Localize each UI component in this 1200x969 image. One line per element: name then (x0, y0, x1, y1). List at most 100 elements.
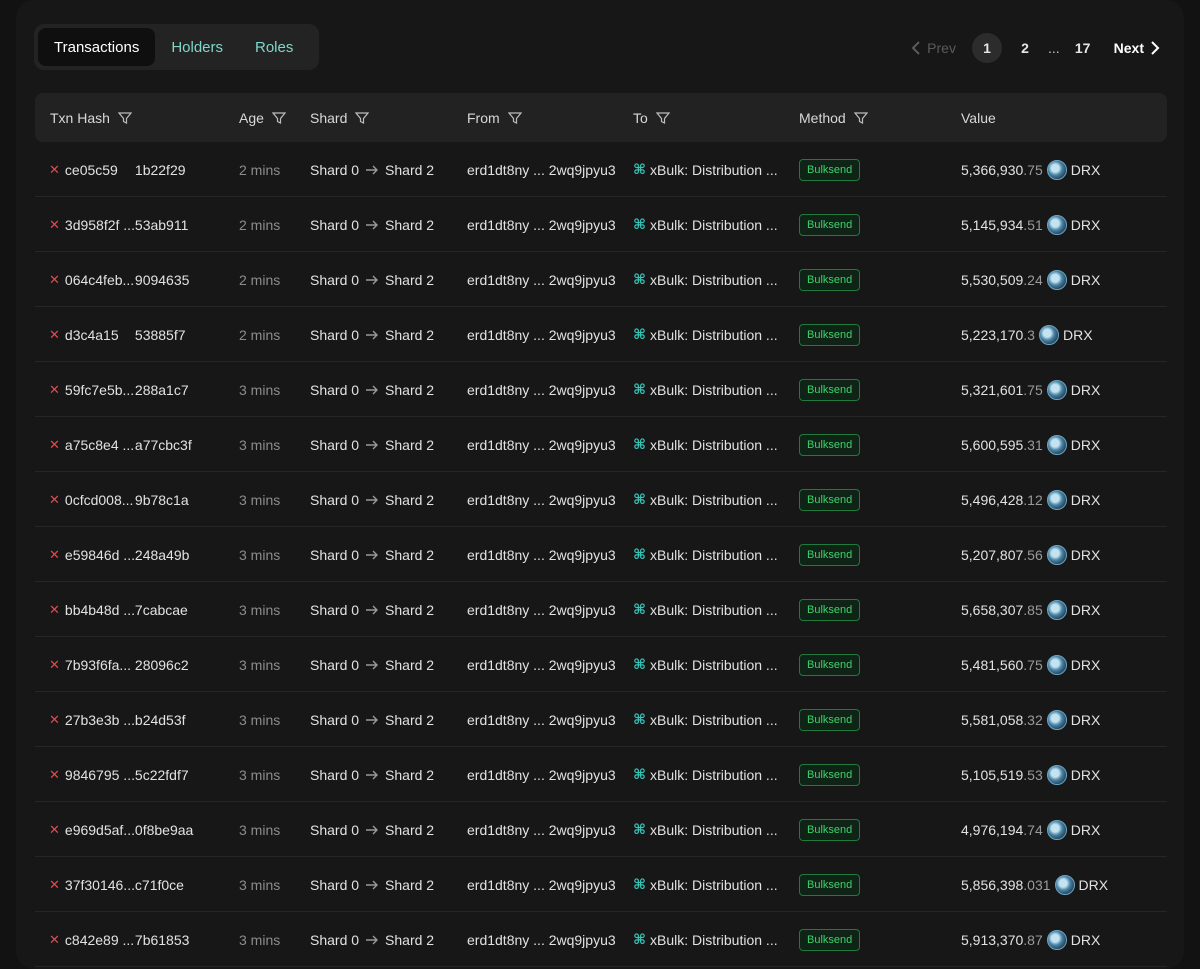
table-row[interactable]: ✕ 7b93f6fa... 28096c2 3 mins Shard 0 Sha… (35, 637, 1167, 692)
to-address-link[interactable]: ⌘ xBulk: Distribution ... (633, 637, 778, 692)
token-name-link[interactable]: DRX (1071, 217, 1101, 233)
to-address-link[interactable]: ⌘ xBulk: Distribution ... (633, 362, 778, 417)
token-logo-icon[interactable] (1046, 159, 1067, 180)
to-address-link[interactable]: ⌘ xBulk: Distribution ... (633, 912, 778, 967)
from-address-link[interactable]: erd1dt8ny ... 2wq9jpyu3 (467, 527, 616, 582)
table-row[interactable]: ✕ 064c4feb... 9094635 2 mins Shard 0 Sha… (35, 252, 1167, 307)
token-name-link[interactable]: DRX (1071, 602, 1101, 618)
token-logo-icon[interactable] (1046, 929, 1067, 950)
token-name-link[interactable]: DRX (1071, 162, 1101, 178)
token-name-link[interactable]: DRX (1071, 932, 1101, 948)
txn-hash-cell[interactable]: ✕ 7b93f6fa... 28096c2 (49, 637, 189, 692)
table-row[interactable]: ✕ 27b3e3b ... b24d53f 3 mins Shard 0 Sha… (35, 692, 1167, 747)
to-address-link[interactable]: ⌘ xBulk: Distribution ... (633, 197, 778, 252)
txn-hash-cell[interactable]: ✕ 37f30146... c71f0ce (49, 857, 184, 912)
from-address-link[interactable]: erd1dt8ny ... 2wq9jpyu3 (467, 307, 616, 362)
table-row[interactable]: ✕ 0cfcd008... 9b78c1a 3 mins Shard 0 Sha… (35, 472, 1167, 527)
token-logo-icon[interactable] (1046, 654, 1067, 675)
token-name-link[interactable]: DRX (1071, 547, 1101, 563)
table-row[interactable]: ✕ e969d5af... 0f8be9aa 3 mins Shard 0 Sh… (35, 802, 1167, 857)
tab-roles[interactable]: Roles (239, 28, 309, 66)
token-name-link[interactable]: DRX (1071, 657, 1101, 673)
token-name-link[interactable]: DRX (1071, 712, 1101, 728)
table-row[interactable]: ✕ 3d958f2f ... 53ab911 2 mins Shard 0 Sh… (35, 197, 1167, 252)
token-logo-icon[interactable] (1046, 434, 1067, 455)
to-address-link[interactable]: ⌘ xBulk: Distribution ... (633, 692, 778, 747)
from-address-link[interactable]: erd1dt8ny ... 2wq9jpyu3 (467, 472, 616, 527)
to-address-link[interactable]: ⌘ xBulk: Distribution ... (633, 582, 778, 637)
to-address-link[interactable]: ⌘ xBulk: Distribution ... (633, 527, 778, 582)
from-address-link[interactable]: erd1dt8ny ... 2wq9jpyu3 (467, 362, 616, 417)
to-address-link[interactable]: ⌘ xBulk: Distribution ... (633, 142, 778, 197)
table-row[interactable]: ✕ c842e89 ... 7b61853 3 mins Shard 0 Sha… (35, 912, 1167, 967)
token-name-link[interactable]: DRX (1071, 272, 1101, 288)
table-row[interactable]: ✕ 9846795 ... 5c22fdf7 3 mins Shard 0 Sh… (35, 747, 1167, 802)
txn-hash-cell[interactable]: ✕ bb4b48d ... 7cabcae (49, 582, 188, 637)
table-row[interactable]: ✕ 59fc7e5b... 288a1c7 3 mins Shard 0 Sha… (35, 362, 1167, 417)
token-logo-icon[interactable] (1046, 269, 1067, 290)
filter-icon[interactable] (271, 111, 286, 125)
to-address-link[interactable]: ⌘ xBulk: Distribution ... (633, 472, 778, 527)
tab-holders[interactable]: Holders (155, 28, 239, 66)
txn-hash-cell[interactable]: ✕ 59fc7e5b... 288a1c7 (49, 362, 189, 417)
token-logo-icon[interactable] (1046, 214, 1067, 235)
page-last-button[interactable]: 17 (1068, 33, 1098, 63)
token-logo-icon[interactable] (1046, 544, 1067, 565)
table-row[interactable]: ✕ e59846d ... 248a49b 3 mins Shard 0 Sha… (35, 527, 1167, 582)
token-logo-icon[interactable] (1038, 324, 1059, 345)
filter-icon[interactable] (507, 111, 522, 125)
token-name-link[interactable]: DRX (1063, 327, 1093, 343)
from-address-link[interactable]: erd1dt8ny ... 2wq9jpyu3 (467, 142, 616, 197)
txn-hash-cell[interactable]: ✕ e59846d ... 248a49b (49, 527, 189, 582)
token-name-link[interactable]: DRX (1071, 767, 1101, 783)
page-2-button[interactable]: 2 (1010, 33, 1040, 63)
from-address-link[interactable]: erd1dt8ny ... 2wq9jpyu3 (467, 197, 616, 252)
txn-hash-cell[interactable]: ✕ 3d958f2f ... 53ab911 (49, 197, 188, 252)
filter-icon[interactable] (117, 111, 132, 125)
from-address-link[interactable]: erd1dt8ny ... 2wq9jpyu3 (467, 857, 616, 912)
txn-hash-cell[interactable]: ✕ 9846795 ... 5c22fdf7 (49, 747, 189, 802)
to-address-link[interactable]: ⌘ xBulk: Distribution ... (633, 417, 778, 472)
prev-page-button[interactable]: Prev (911, 40, 956, 56)
token-name-link[interactable]: DRX (1071, 822, 1101, 838)
token-name-link[interactable]: DRX (1079, 877, 1109, 893)
table-row[interactable]: ✕ a75c8e4 ... a77cbc3f 3 mins Shard 0 Sh… (35, 417, 1167, 472)
txn-hash-cell[interactable]: ✕ 27b3e3b ... b24d53f (49, 692, 186, 747)
token-logo-icon[interactable] (1046, 819, 1067, 840)
token-logo-icon[interactable] (1046, 599, 1067, 620)
token-name-link[interactable]: DRX (1071, 492, 1101, 508)
token-name-link[interactable]: DRX (1071, 382, 1101, 398)
txn-hash-cell[interactable]: ✕ 0cfcd008... 9b78c1a (49, 472, 189, 527)
table-row[interactable]: ✕ ce05c59 1b22f29 2 mins Shard 0 Shard 2… (35, 142, 1167, 197)
page-1-button[interactable]: 1 (971, 33, 1002, 63)
filter-icon[interactable] (355, 111, 370, 125)
to-address-link[interactable]: ⌘ xBulk: Distribution ... (633, 802, 778, 857)
to-address-link[interactable]: ⌘ xBulk: Distribution ... (633, 857, 778, 912)
from-address-link[interactable]: erd1dt8ny ... 2wq9jpyu3 (467, 802, 616, 857)
table-row[interactable]: ✕ 37f30146... c71f0ce 3 mins Shard 0 Sha… (35, 857, 1167, 912)
filter-icon[interactable] (655, 111, 670, 125)
txn-hash-cell[interactable]: ✕ e969d5af... 0f8be9aa (49, 802, 193, 857)
from-address-link[interactable]: erd1dt8ny ... 2wq9jpyu3 (467, 692, 616, 747)
filter-icon[interactable] (853, 111, 868, 125)
txn-hash-cell[interactable]: ✕ d3c4a15 53885f7 (49, 307, 186, 362)
table-row[interactable]: ✕ bb4b48d ... 7cabcae 3 mins Shard 0 Sha… (35, 582, 1167, 637)
from-address-link[interactable]: erd1dt8ny ... 2wq9jpyu3 (467, 637, 616, 692)
next-page-button[interactable]: Next (1114, 40, 1160, 56)
table-row[interactable]: ✕ d3c4a15 53885f7 2 mins Shard 0 Shard 2… (35, 307, 1167, 362)
token-name-link[interactable]: DRX (1071, 437, 1101, 453)
txn-hash-cell[interactable]: ✕ 064c4feb... 9094635 (49, 252, 189, 307)
token-logo-icon[interactable] (1054, 874, 1075, 895)
token-logo-icon[interactable] (1046, 489, 1067, 510)
txn-hash-cell[interactable]: ✕ ce05c59 1b22f29 (49, 142, 186, 197)
from-address-link[interactable]: erd1dt8ny ... 2wq9jpyu3 (467, 417, 616, 472)
to-address-link[interactable]: ⌘ xBulk: Distribution ... (633, 252, 778, 307)
token-logo-icon[interactable] (1046, 709, 1067, 730)
tab-transactions[interactable]: Transactions (38, 28, 156, 66)
from-address-link[interactable]: erd1dt8ny ... 2wq9jpyu3 (467, 582, 616, 637)
token-logo-icon[interactable] (1046, 764, 1067, 785)
from-address-link[interactable]: erd1dt8ny ... 2wq9jpyu3 (467, 252, 616, 307)
txn-hash-cell[interactable]: ✕ a75c8e4 ... a77cbc3f (49, 417, 192, 472)
from-address-link[interactable]: erd1dt8ny ... 2wq9jpyu3 (467, 912, 616, 967)
from-address-link[interactable]: erd1dt8ny ... 2wq9jpyu3 (467, 747, 616, 802)
